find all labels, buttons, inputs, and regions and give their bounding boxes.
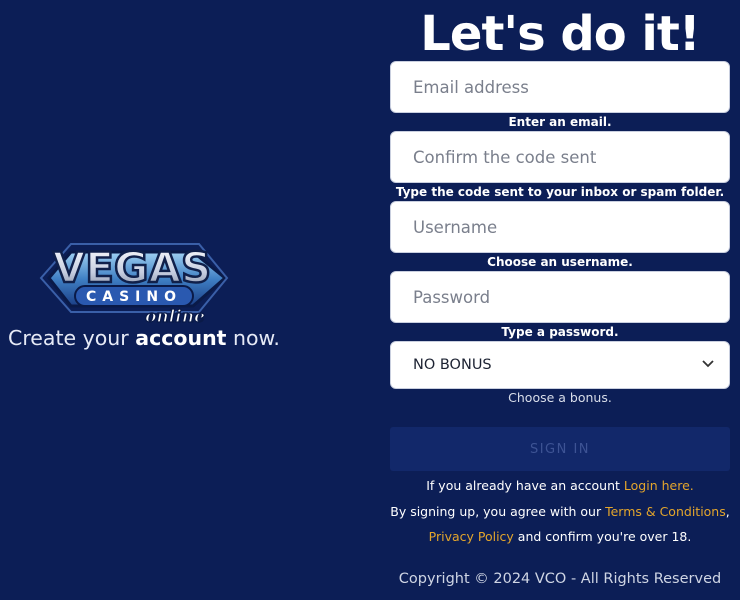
code-hint: Type the code sent to your inbox or spam… (395, 185, 725, 199)
logo-subtitle: CASINO (86, 289, 182, 305)
bonus-hint: Choose a bonus. (508, 390, 612, 405)
code-field[interactable] (390, 131, 730, 183)
password-field[interactable] (390, 271, 730, 323)
email-field[interactable] (390, 61, 730, 113)
logo-script: online (145, 307, 205, 326)
terms-notice: By signing up, you agree with our Terms … (390, 504, 730, 519)
username-hint: Choose an username. (487, 255, 633, 269)
password-hint: Type a password. (501, 325, 619, 339)
username-input[interactable] (391, 202, 729, 252)
privacy-notice: Privacy Policy and confirm you're over 1… (428, 529, 692, 544)
tagline: Create your account now. (8, 326, 280, 350)
email-input[interactable] (391, 62, 729, 112)
privacy-link[interactable]: Privacy Policy (429, 529, 514, 544)
page-title: Let's do it! (420, 6, 700, 62)
copyright: Copyright © 2024 VCO - All Rights Reserv… (398, 571, 722, 587)
login-prompt: If you already have an account Login her… (426, 478, 694, 493)
logo-wordmark: VEGAS (53, 243, 211, 292)
password-input[interactable] (391, 272, 729, 322)
sign-in-button[interactable]: SIGN IN (390, 427, 730, 471)
bonus-select[interactable]: NO BONUS (390, 341, 730, 389)
vegas-casino-online-logo: VEGAS CASINO online (39, 242, 229, 326)
code-input[interactable] (391, 132, 729, 182)
signup-form: Let's do it! Enter an email. Type the co… (380, 0, 740, 600)
login-link[interactable]: Login here. (624, 478, 694, 493)
terms-link[interactable]: Terms & Conditions (605, 504, 726, 519)
email-hint: Enter an email. (508, 115, 612, 129)
username-field[interactable] (390, 201, 730, 253)
chevron-down-icon (702, 360, 714, 368)
bonus-selected-value: NO BONUS (413, 357, 492, 373)
left-panel: VEGAS CASINO online Create your account … (0, 0, 280, 600)
